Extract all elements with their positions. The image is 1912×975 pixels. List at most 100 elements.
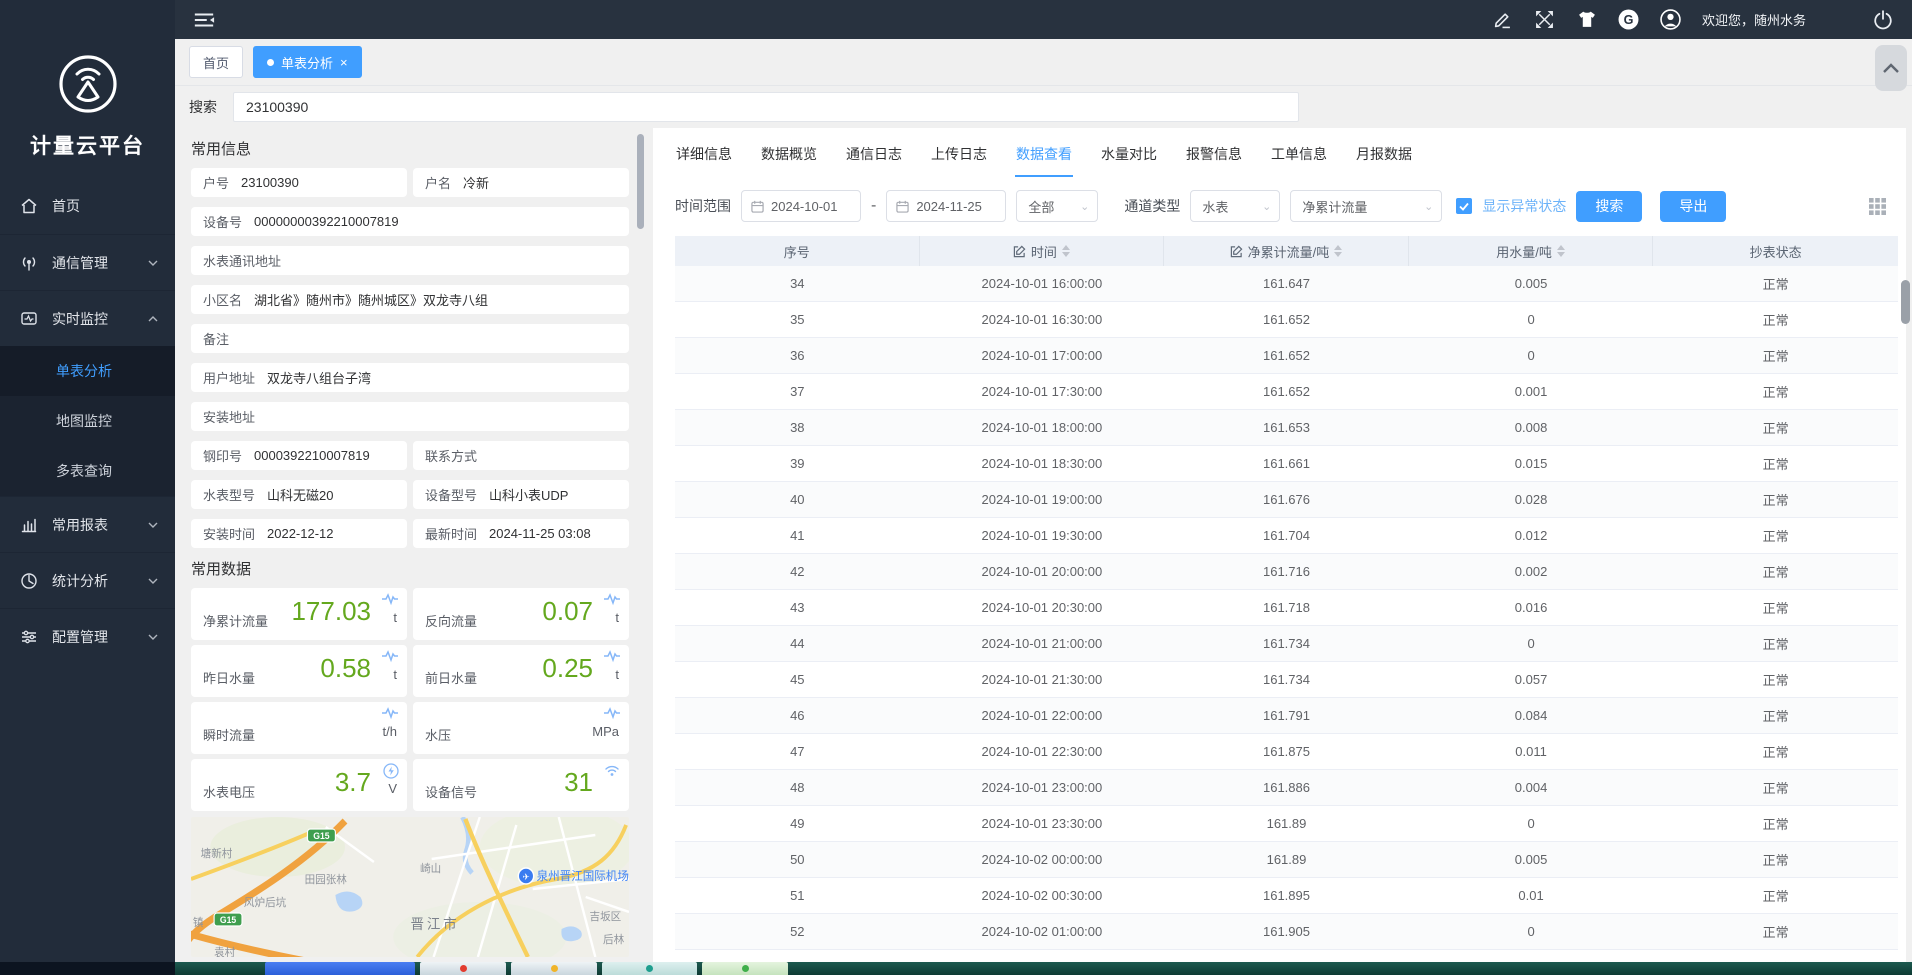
sidebar-menu: 首页 通信管理 实时监控 单表分析 地图监控 多表查询 常用报表 [0, 178, 175, 664]
info-panel-scrollbar[interactable] [637, 134, 644, 229]
detail-tab[interactable]: 详细信息 [675, 140, 733, 177]
field-value: 山科无磁20 [267, 485, 333, 504]
map-label: 镇 [193, 916, 204, 929]
cell-index: 35 [675, 302, 920, 337]
search-button[interactable]: 搜索 [1576, 191, 1642, 222]
cell-time: 2024-10-01 19:30:00 [920, 518, 1165, 553]
cell-usage: 0 [1409, 626, 1654, 661]
detail-tab[interactable]: 报警信息 [1185, 140, 1243, 177]
sidebar-item-label: 统计分析 [52, 571, 108, 591]
sidebar-item-label: 配置管理 [52, 627, 108, 647]
taskbar-app-button[interactable] [265, 962, 415, 975]
page-scrollbar-thumb[interactable] [1901, 280, 1910, 324]
field-label: 户号 [203, 173, 229, 192]
map-canvas: G15 G15 塘新村 田园张林 崎山 风炉后坑 镇 晋江市 后林 袁村 吉坂区 [191, 817, 629, 957]
detail-tab[interactable]: 通信日志 [845, 140, 903, 177]
col-header-cumulative-flow[interactable]: 净累计流量/吨 [1164, 236, 1409, 266]
sidebar-item-home[interactable]: 首页 [0, 178, 175, 234]
detail-tab[interactable]: 数据概览 [760, 140, 818, 177]
scroll-to-top-button[interactable] [1875, 45, 1907, 91]
sort-icons[interactable] [1334, 245, 1342, 257]
user-avatar-icon[interactable] [1660, 9, 1682, 31]
col-header-usage[interactable]: 用水量/吨 [1409, 236, 1654, 266]
stat-label: 水压 [425, 725, 451, 744]
active-dot-icon [267, 59, 274, 66]
detail-tab[interactable]: 数据查看 [1015, 140, 1073, 177]
taskbar-app-button[interactable] [511, 962, 597, 975]
theme-tshirt-icon[interactable] [1576, 9, 1598, 31]
app-logo [0, 0, 175, 120]
cell-usage: 0 [1409, 338, 1654, 373]
stat-card: 瞬时流量 t/h [191, 702, 407, 754]
sidebar-item-configuration[interactable]: 配置管理 [0, 608, 175, 664]
table-body: 34 2024-10-01 16:00:00 161.647 0.005 正常 … [675, 266, 1898, 975]
collapse-menu-icon[interactable] [193, 9, 215, 31]
tab-pill-single-meter-analysis[interactable]: 单表分析 × [253, 46, 362, 78]
sidebar-subitem-single-meter-analysis[interactable]: 单表分析 [0, 346, 175, 396]
close-tab-icon[interactable]: × [340, 56, 348, 69]
info-field: 联系方式 [413, 441, 629, 470]
cell-index: 45 [675, 662, 920, 697]
metric-select[interactable]: 净累计流量 ⌄ [1290, 190, 1442, 222]
sort-icons[interactable] [1557, 245, 1565, 257]
date-from-input[interactable]: 2024-10-01 [741, 190, 861, 222]
cell-status: 正常 [1653, 770, 1898, 805]
show-abnormal-label[interactable]: 显示异常状态 [1482, 196, 1566, 216]
cell-time: 2024-10-02 00:00:00 [920, 842, 1165, 877]
taskbar-app-button[interactable] [602, 962, 697, 975]
date-range-label: 时间范围 [675, 196, 731, 216]
table-row: 51 2024-10-02 00:30:00 161.895 0.01 正常 [675, 878, 1898, 914]
antenna-icon [20, 254, 38, 272]
column-settings-grid-icon[interactable] [1869, 198, 1886, 215]
svg-text:G15: G15 [313, 831, 329, 841]
sidebar-item-reports[interactable]: 常用报表 [0, 496, 175, 552]
location-map[interactable]: G15 G15 塘新村 田园张林 崎山 风炉后坑 镇 晋江市 后林 袁村 吉坂区 [191, 817, 629, 957]
stat-card: 水表电压 3.7 V [191, 759, 407, 811]
sidebar-subitem-multi-meter-query[interactable]: 多表查询 [0, 446, 175, 496]
col-label: 净累计流量/吨 [1248, 242, 1330, 261]
sidebar-subitem-map-monitor[interactable]: 地图监控 [0, 396, 175, 446]
export-button[interactable]: 导出 [1660, 191, 1726, 222]
col-header-time[interactable]: 时间 [920, 236, 1165, 266]
g-logo-icon[interactable]: G [1618, 9, 1640, 31]
sidebar-item-communication[interactable]: 通信管理 [0, 234, 175, 290]
detail-tab[interactable]: 水量对比 [1100, 140, 1158, 177]
detail-tab[interactable]: 月报数据 [1355, 140, 1413, 177]
stat-card: 反向流量 0.07 t [413, 588, 629, 640]
search-input[interactable] [233, 92, 1299, 122]
taskbar-start-area[interactable] [0, 962, 175, 975]
cell-cumulative-flow: 161.89 [1164, 806, 1409, 841]
detail-tab[interactable]: 工单信息 [1270, 140, 1328, 177]
field-value: 2024-11-25 03:08 [489, 526, 591, 541]
sidebar-item-statistics[interactable]: 统计分析 [0, 552, 175, 608]
welcome-text: 欢迎您，随州水务 [1702, 10, 1806, 29]
cell-time: 2024-10-01 23:00:00 [920, 770, 1165, 805]
stat-unit: t [615, 667, 619, 682]
channel-select[interactable]: 水表 ⌄ [1190, 190, 1280, 222]
cell-usage: 0 [1409, 806, 1654, 841]
fullscreen-icon[interactable] [1534, 9, 1556, 31]
cell-status: 正常 [1653, 842, 1898, 877]
sort-icons[interactable] [1062, 245, 1070, 257]
channel-type-label: 通道类型 [1124, 196, 1180, 216]
taskbar-app-button[interactable] [420, 962, 506, 975]
tab-pill-home[interactable]: 首页 [189, 46, 243, 78]
col-label: 时间 [1031, 242, 1057, 261]
date-to-input[interactable]: 2024-11-25 [886, 190, 1006, 222]
edit-icon[interactable] [1492, 9, 1514, 31]
field-label: 设备型号 [425, 485, 477, 504]
show-abnormal-checkbox[interactable] [1456, 198, 1472, 214]
metric-select-value: 净累计流量 [1302, 197, 1367, 216]
power-icon[interactable] [1872, 9, 1894, 31]
taskbar-app-button[interactable] [702, 962, 788, 975]
sidebar-item-label: 首页 [52, 196, 80, 216]
cell-status: 正常 [1653, 518, 1898, 553]
cell-cumulative-flow: 161.661 [1164, 446, 1409, 481]
field-label: 用户地址 [203, 368, 255, 387]
data-table: 序号 时间 净累计流量/吨 用水量/吨 [675, 236, 1898, 975]
pie-clock-icon [20, 572, 38, 590]
detail-tab[interactable]: 上传日志 [930, 140, 988, 177]
info-field: 小区名 湖北省》随州市》随州城区》双龙寺八组 [191, 285, 629, 314]
range-select[interactable]: 全部 ⌄ [1016, 190, 1098, 222]
sidebar-item-realtime-monitor[interactable]: 实时监控 [0, 290, 175, 346]
